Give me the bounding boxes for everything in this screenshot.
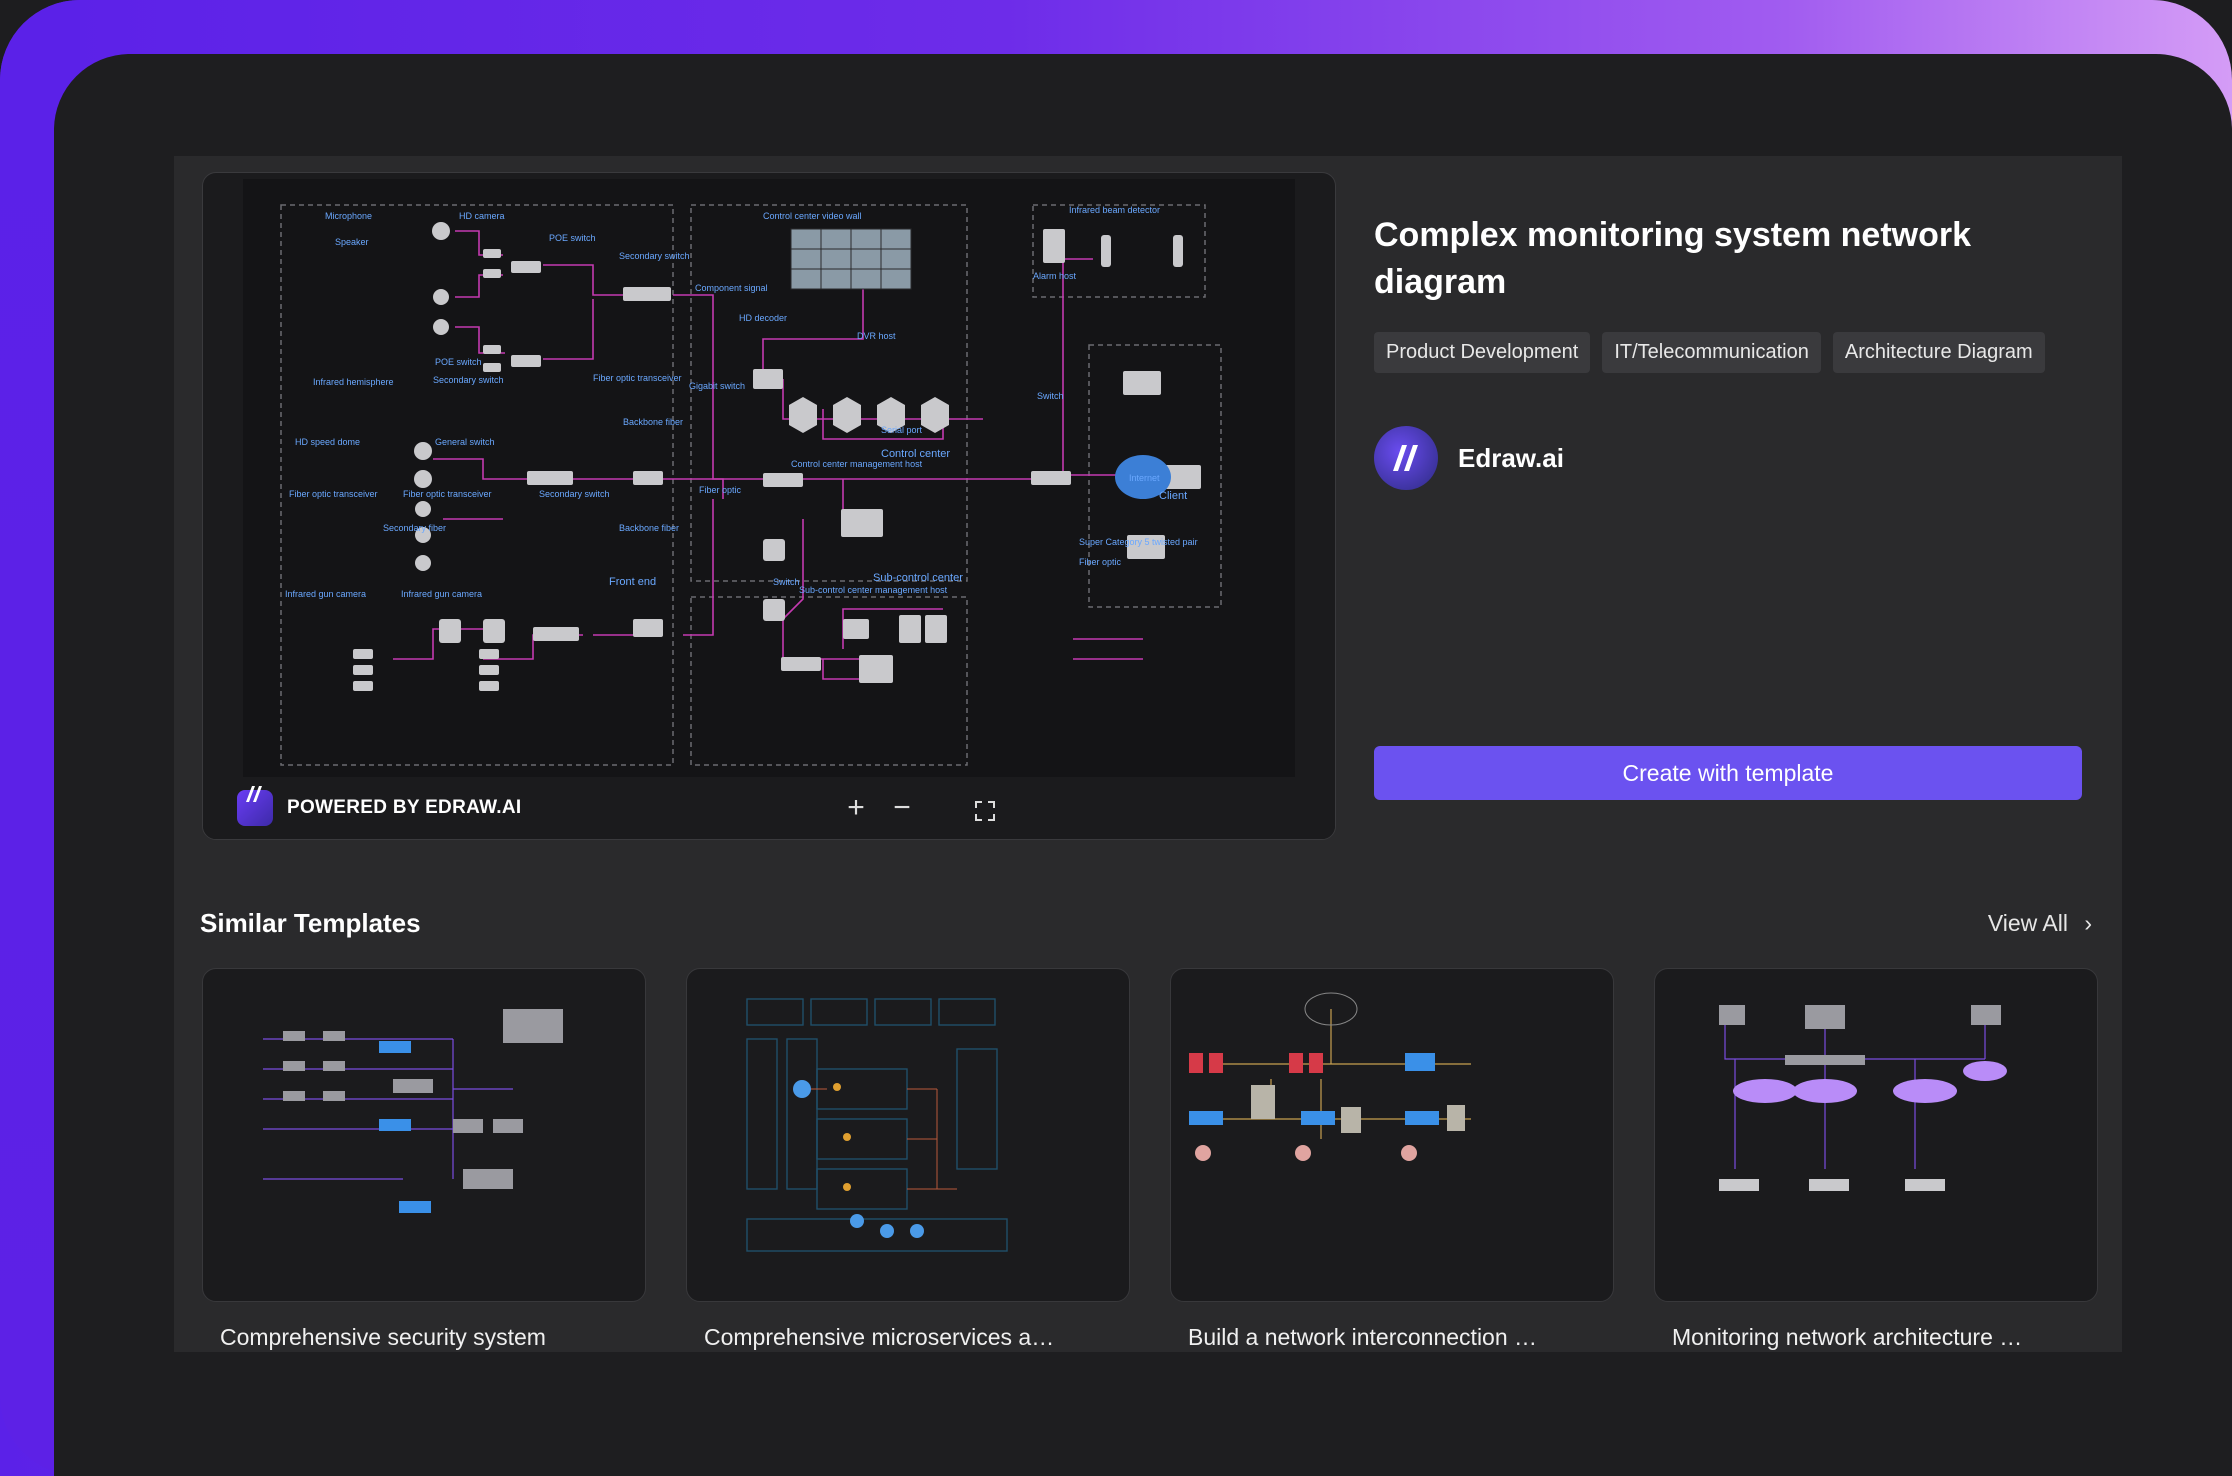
template-card-title: Comprehensive microservices a… xyxy=(704,1324,1055,1350)
template-thumbnail xyxy=(1170,968,1614,1302)
label-fiber-transceiver-1: Fiber optic transceiver xyxy=(289,489,378,499)
label-internet: Internet xyxy=(1129,473,1160,483)
template-card-title: Monitoring network architecture … xyxy=(1672,1324,2023,1350)
label-secondary-switch-top: Secondary switch xyxy=(619,251,690,261)
label-secondary-fiber: Secondary fiber xyxy=(383,523,446,533)
template-card[interactable]: Comprehensive microservices a… xyxy=(686,968,1130,1351)
label-secondary-switch-low: Secondary switch xyxy=(539,489,610,499)
label-hd-speed-dome: HD speed dome xyxy=(295,437,360,447)
template-title: Complex monitoring system network diagra… xyxy=(1374,216,1971,301)
tag-architecture-diagram[interactable]: Architecture Diagram xyxy=(1832,332,2045,373)
label-infrared-beam: Infrared beam detector xyxy=(1069,205,1160,215)
template-card[interactable]: Monitoring network architecture … xyxy=(1654,968,2098,1351)
label-fiber-optic-legend: Fiber optic xyxy=(1079,557,1122,567)
label-gun-camera-1: Infrared gun camera xyxy=(285,589,366,599)
template-card-title: Comprehensive security system xyxy=(220,1324,546,1350)
label-hd-decoder: HD decoder xyxy=(739,313,787,323)
label-video-wall: Control center video wall xyxy=(763,211,862,221)
preview-toolbar: POWERED BY EDRAW.AI + − xyxy=(203,777,1335,839)
view-all-label: View All xyxy=(1987,910,2068,936)
view-all-link[interactable]: View All › xyxy=(1988,910,2092,937)
label-backbone-fiber: Backbone fiber xyxy=(619,523,679,533)
label-dvr-host: DVR host xyxy=(857,331,896,341)
label-secondary-switch: Secondary switch xyxy=(433,375,504,385)
label-fiber-transceiver-2: Fiber optic transceiver xyxy=(403,489,492,499)
template-detail-panel: Microphone HD camera Speaker POE switch … xyxy=(174,156,2122,1352)
template-tags: Product Development IT/Telecommunication… xyxy=(1374,332,2045,373)
template-thumbnail xyxy=(202,968,646,1302)
author-name: Edraw.ai xyxy=(1458,442,1564,473)
author[interactable]: Edraw.ai xyxy=(1374,426,1564,490)
powered-by-label: POWERED BY EDRAW.AI xyxy=(287,797,522,818)
label-fiber-optic: Fiber optic xyxy=(699,485,742,495)
similar-templates-title: Similar Templates xyxy=(200,908,421,938)
label-gun-camera-2: Infrared gun camera xyxy=(401,589,482,599)
label-sub-control-host: Sub-control center management host xyxy=(799,585,948,595)
label-client: Client xyxy=(1159,490,1187,502)
plus-icon[interactable]: + xyxy=(841,793,871,823)
label-front-end: Front end xyxy=(609,576,656,588)
template-card[interactable]: Comprehensive security system xyxy=(202,968,646,1351)
label-speaker: Speaker xyxy=(335,237,369,247)
label-alarm-host: Alarm host xyxy=(1033,271,1077,281)
label-general-switch: General switch xyxy=(435,437,495,447)
template-thumbnail xyxy=(1654,968,2098,1302)
tag-product-development[interactable]: Product Development xyxy=(1374,332,1591,373)
label-microphone: Microphone xyxy=(325,211,372,221)
tag-it-telecommunication[interactable]: IT/Telecommunication xyxy=(1602,332,1821,373)
minus-icon[interactable]: − xyxy=(887,793,917,823)
create-with-template-button[interactable]: Create with template xyxy=(1374,746,2082,800)
label-gigabit-switch: Gigabit switch xyxy=(689,381,745,391)
template-thumbnail xyxy=(686,968,1130,1302)
label-serial-port: Serial port xyxy=(881,425,923,435)
label-hd-camera: HD camera xyxy=(459,211,505,221)
label-super-cat5: Super Category 5 twisted pair xyxy=(1079,537,1198,547)
avatar xyxy=(1374,426,1438,490)
label-component-signal: Component signal xyxy=(695,283,768,293)
label-infrared-hemisphere: Infrared hemisphere xyxy=(313,377,394,387)
network-diagram: Microphone HD camera Speaker POE switch … xyxy=(243,179,1295,779)
edraw-logo-icon xyxy=(237,786,273,826)
label-backbone-fiber-top: Backbone fiber xyxy=(623,417,683,427)
label-switch-bottom: Switch xyxy=(773,577,800,587)
label-poe-switch: POE switch xyxy=(435,357,482,367)
expand-icon[interactable] xyxy=(933,793,995,823)
template-card-title: Build a network interconnection … xyxy=(1188,1324,1538,1350)
label-sub-control: Sub-control center xyxy=(873,572,963,584)
label-switch-right: Switch xyxy=(1037,391,1064,401)
template-card[interactable]: Build a network interconnection … xyxy=(1170,968,1614,1351)
chevron-right-icon: › xyxy=(2084,910,2092,936)
label-control-host: Control center management host xyxy=(791,459,923,469)
label-poe-switch-top: POE switch xyxy=(549,233,596,243)
similar-templates-list: Comprehensive security system Comprehens… xyxy=(202,968,2098,1351)
diagram-preview[interactable]: Microphone HD camera Speaker POE switch … xyxy=(202,172,1336,840)
label-fiber-transceiver-top: Fiber optic transceiver xyxy=(593,373,682,383)
